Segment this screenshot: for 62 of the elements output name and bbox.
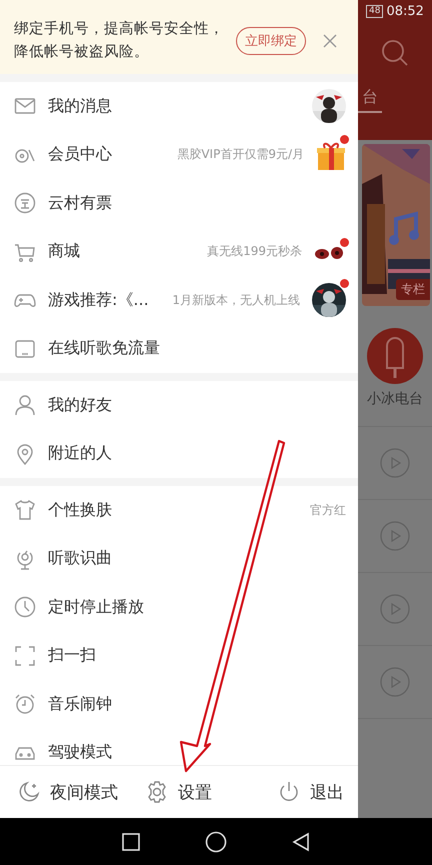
menu-label: 我的消息 (48, 96, 112, 117)
tab-label[interactable]: 台 (358, 87, 382, 113)
menu-label: 我的好友 (48, 394, 112, 416)
power-icon (278, 781, 300, 803)
play-icon[interactable] (380, 594, 410, 624)
menu-item[interactable]: 云村有票 (0, 179, 358, 228)
home-icon[interactable] (204, 830, 227, 852)
menu-label: 个性换肤 (48, 500, 112, 521)
scan-icon (14, 644, 36, 667)
menu-label: 音乐闹钟 (48, 694, 112, 715)
menu-label: 定时停止播放 (48, 596, 144, 618)
menu-detail: 1月新版本，无人机上线 (172, 292, 300, 309)
search-icon[interactable] (381, 39, 409, 67)
menu-detail: 黑胶VIP首开仅需9元/月 (177, 146, 304, 164)
menu-item[interactable]: 音乐闹钟 (0, 680, 358, 728)
menu-item[interactable]: 附近的人 (0, 430, 358, 478)
menu-label: 扫一扫 (48, 645, 96, 666)
menu-item[interactable]: 游戏推荐:《... 1月新版本，无人机上线 (0, 276, 358, 324)
bottom-action[interactable]: 夜间模式 (14, 776, 122, 808)
recent-apps-icon[interactable] (122, 832, 140, 850)
menu-label: 驾驶模式 (48, 742, 112, 764)
tile-tag: 专栏 (396, 279, 430, 300)
menu-item[interactable]: 我的好友 (0, 381, 358, 430)
menu-label: 商城 (48, 241, 80, 262)
clock-icon (14, 596, 36, 618)
menu-item[interactable]: 听歌识曲 (0, 534, 358, 583)
bottom-action[interactable]: 退出 (274, 776, 348, 808)
play-icon[interactable] (380, 667, 410, 697)
gear-icon (146, 781, 168, 803)
notice-text: 绑定手机号，提高帐号安全性，降低帐号被盗风险。 (14, 20, 225, 62)
menu-label: 在线听歌免流量 (48, 338, 160, 360)
popsicle-icon[interactable] (367, 328, 423, 384)
menu-label: 附近的人 (48, 443, 112, 464)
play-icon[interactable] (380, 521, 410, 551)
shirt-icon (14, 499, 36, 522)
station-label: 小冰电台 (367, 390, 423, 408)
menu-label: 会员中心 (48, 144, 112, 166)
battery-indicator: 48 (366, 5, 384, 18)
back-icon[interactable] (292, 832, 310, 852)
menu-item[interactable]: 在线听歌免流量 (0, 324, 358, 373)
menu-item[interactable]: 商城 真无线199元秒杀 (0, 228, 358, 276)
moon-icon (18, 781, 40, 803)
menu-label: 听歌识曲 (48, 548, 112, 570)
bottom-action[interactable]: 设置 (142, 776, 216, 808)
menu-item[interactable]: 个性换肤 官方红 (0, 486, 358, 534)
person-icon (14, 394, 36, 416)
menu-label: 游戏推荐:《... (48, 290, 149, 311)
menu-item[interactable]: 驾驶模式 (0, 728, 358, 765)
menu-label: 云村有票 (48, 192, 112, 214)
status-time: 08:52 (386, 4, 424, 19)
alarm-icon (14, 693, 36, 716)
close-icon[interactable] (322, 33, 338, 49)
menu-detail: 真无线199元秒杀 (207, 243, 302, 260)
menu-item[interactable]: 会员中心 黑胶VIP首开仅需9元/月 (0, 130, 358, 179)
ticket-icon (14, 192, 36, 214)
sim-icon (14, 338, 36, 360)
menu-item[interactable]: 我的消息 (0, 82, 358, 130)
bind-button[interactable]: 立即绑定 (236, 27, 306, 55)
menu-detail: 官方红 (310, 502, 346, 519)
menu-item[interactable]: 扫一扫 (0, 632, 358, 680)
play-icon[interactable] (380, 448, 410, 478)
menu-item[interactable]: 定时停止播放 (0, 583, 358, 632)
